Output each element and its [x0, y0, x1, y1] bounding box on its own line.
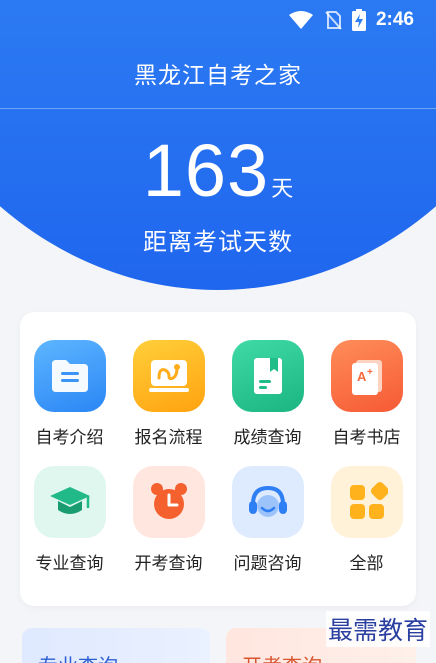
battery-charging-icon [351, 9, 366, 31]
status-bar: 2:46 [0, 0, 436, 40]
grid-icon [330, 466, 403, 538]
countdown-unit: 天 [271, 177, 294, 202]
menu-label: 自考介绍 [35, 428, 104, 448]
headset-icon [231, 466, 304, 538]
watermark: 最需教育 [325, 611, 430, 647]
menu-label: 自考书店 [332, 428, 401, 448]
wifi-icon [288, 11, 313, 29]
svg-text:A: A [357, 369, 367, 384]
grade-book-icon: A + [330, 340, 403, 412]
no-sim-icon [325, 11, 342, 30]
page-title: 黑龙江自考之家 [134, 63, 302, 89]
menu-grid: 自考介绍 报名流程 成绩查询 A + 自考书店 专业查询 开考查询 问题咨询 全… [20, 312, 416, 606]
menu-label: 报名流程 [134, 428, 203, 448]
countdown-number: 163 [142, 129, 270, 212]
menu-item-all[interactable]: 全部 [317, 466, 416, 590]
banner-label: 专业查询 [38, 654, 118, 663]
menu-item-intro[interactable]: 自考介绍 [20, 340, 119, 466]
graduation-cap-icon [33, 466, 106, 538]
menu-item-exam-query[interactable]: 开考查询 [119, 466, 218, 590]
svg-text:+: + [367, 367, 373, 378]
menu-item-consult[interactable]: 问题咨询 [218, 466, 317, 590]
alarm-clock-icon [132, 466, 205, 538]
header-divider [0, 108, 436, 109]
folder-icon [33, 340, 106, 412]
menu-item-bookstore[interactable]: A + 自考书店 [317, 340, 416, 466]
menu-label: 成绩查询 [233, 428, 302, 448]
menu-item-major-query[interactable]: 专业查询 [20, 466, 119, 590]
menu-card: 自考介绍 报名流程 成绩查询 A + 自考书店 专业查询 开考查询 问题咨询 全… [20, 312, 416, 606]
countdown-display: 163天 [0, 128, 436, 213]
status-time: 2:46 [375, 9, 414, 30]
banner-label: 开考查询 [242, 654, 322, 663]
menu-item-score-query[interactable]: 成绩查询 [218, 340, 317, 466]
route-icon [132, 340, 205, 412]
bookmark-doc-icon [231, 340, 304, 412]
header-hero: 2:46 黑龙江自考之家 163天 距离考试天数 [0, 0, 436, 300]
major-query-banner[interactable]: 专业查询 [22, 628, 210, 663]
menu-label: 专业查询 [35, 554, 104, 574]
menu-label: 全部 [349, 554, 384, 574]
menu-label: 开考查询 [134, 554, 203, 574]
countdown-label: 距离考试天数 [143, 228, 293, 256]
menu-label: 问题咨询 [233, 554, 302, 574]
menu-item-registration[interactable]: 报名流程 [119, 340, 218, 466]
